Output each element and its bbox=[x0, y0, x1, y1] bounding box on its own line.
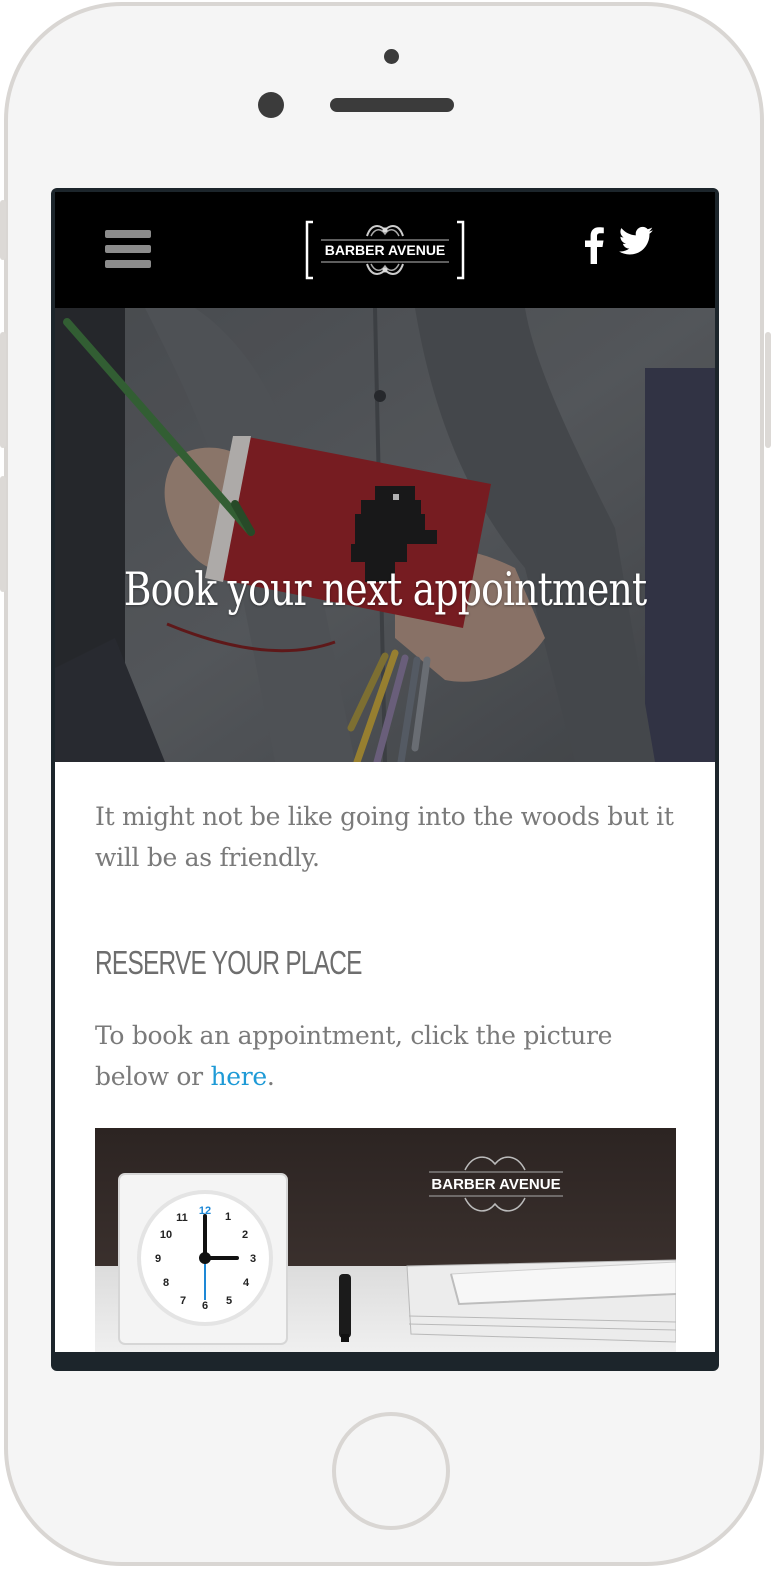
front-camera bbox=[258, 92, 284, 118]
clock-number-1: 1 bbox=[225, 1211, 231, 1223]
home-button[interactable] bbox=[332, 1412, 450, 1530]
clock-number-8: 8 bbox=[163, 1277, 169, 1289]
photo-logo-text: BARBER AVENUE bbox=[431, 1176, 560, 1193]
hamburger-menu-icon[interactable] bbox=[105, 230, 153, 272]
clock-number-10: 10 bbox=[160, 1229, 172, 1241]
booking-here-link[interactable]: here bbox=[210, 1062, 267, 1091]
twitter-icon[interactable] bbox=[619, 226, 653, 256]
facebook-icon[interactable] bbox=[583, 226, 605, 264]
side-button-volume-up bbox=[0, 332, 6, 448]
logo-text: BARBER AVENUE bbox=[325, 242, 446, 258]
clock-number-4: 4 bbox=[243, 1277, 250, 1289]
clock-number-3: 3 bbox=[250, 1253, 256, 1265]
booking-text: To book an appointment, click the pictur… bbox=[95, 1021, 613, 1091]
clock-number-6: 6 bbox=[202, 1300, 208, 1312]
reserve-heading: RESERVE YOUR PLACE bbox=[95, 944, 362, 981]
front-sensor bbox=[384, 49, 399, 64]
site-logo[interactable]: BARBER AVENUE bbox=[305, 218, 465, 282]
social-links bbox=[583, 226, 653, 264]
clock-number-7: 7 bbox=[180, 1295, 186, 1307]
clock-number-2: 2 bbox=[242, 1229, 248, 1241]
earpiece-speaker bbox=[330, 98, 454, 112]
clock-number-11: 11 bbox=[176, 1212, 188, 1224]
side-button-mute bbox=[0, 200, 6, 260]
booking-period: . bbox=[266, 1062, 275, 1091]
side-button-power bbox=[765, 332, 771, 448]
site-header: BARBER AVENUE bbox=[55, 192, 715, 308]
hero-title: Book your next appointment bbox=[123, 562, 647, 616]
hero-banner: Book your next appointment bbox=[55, 308, 715, 762]
clock-number-5: 5 bbox=[226, 1295, 232, 1307]
clock-number-9: 9 bbox=[155, 1253, 161, 1265]
phone-screen: BARBER AVENUE Book your next appointment… bbox=[51, 188, 719, 1371]
booking-photo: 12 1 2 3 4 5 6 7 8 9 10 11 BARBER AVENUE bbox=[95, 1128, 676, 1352]
main-content: It might not be like going into the wood… bbox=[95, 796, 680, 1097]
intro-text: It might not be like going into the wood… bbox=[95, 802, 674, 872]
booking-instructions: To book an appointment, click the pictur… bbox=[95, 1015, 680, 1097]
web-viewport: BARBER AVENUE Book your next appointment… bbox=[55, 192, 715, 1352]
booking-image-link[interactable]: 12 1 2 3 4 5 6 7 8 9 10 11 BARBER AVENUE bbox=[95, 1128, 676, 1352]
side-button-volume-down bbox=[0, 476, 6, 592]
hero-background-image bbox=[55, 308, 715, 762]
